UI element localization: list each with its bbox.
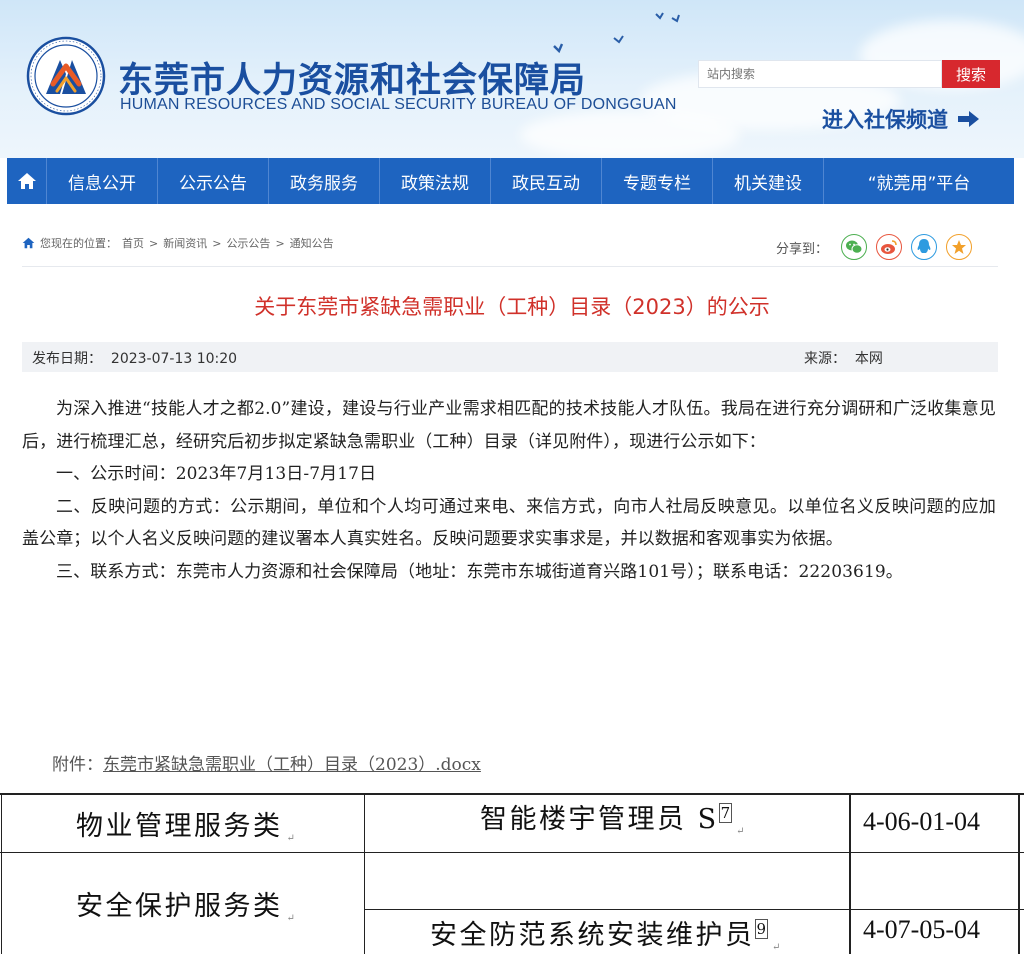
article-paragraph: 一、公示时间：2023年7月13日-7月17日 (56, 464, 377, 484)
breadcrumb-prefix: 您现在的位置： (40, 237, 117, 250)
table-cell-occupation: 安全防范系统安装维护员 9↵ (430, 913, 780, 953)
share-wechat-button[interactable] (841, 234, 868, 260)
birds-decoration (553, 12, 680, 54)
nav-item-announcements[interactable]: 公示公告 (158, 158, 269, 204)
nav-item-info-disclosure[interactable]: 信息公开 (47, 158, 158, 204)
nav-item-organization-building[interactable]: 机关建设 (713, 158, 824, 204)
breadcrumb-announcements[interactable]: 公示公告 (226, 235, 270, 251)
publish-date: 发布日期： 2023-07-13 10:20 (32, 348, 237, 368)
breadcrumb-notices[interactable]: 通知公告 (290, 235, 334, 251)
share-qzone-button[interactable] (946, 234, 973, 260)
article-meta-bar: 发布日期： 2023-07-13 10:20 来源： 本网 (22, 342, 998, 372)
paragraph-mark: ↵ (286, 913, 295, 924)
footnote-marker: 7 (718, 803, 733, 823)
table-cell-code: 4-07-05-04 (863, 915, 980, 944)
table-border (1018, 793, 1020, 954)
paragraph-mark: ↵ (772, 942, 781, 953)
attachment-label: 附件： (52, 755, 103, 775)
paragraph-mark: ↵ (286, 833, 295, 844)
nav-item-government-services[interactable]: 政务服务 (269, 158, 380, 204)
article-paragraph: 二、反映问题的方式：公示期间，单位和个人均可通过来电、来信方式，向市人社局反映意… (22, 496, 996, 550)
attachment: 附件：东莞市紧缺急需职业（工种）目录（2023）.docx (52, 750, 481, 775)
site-header: 东莞市人力资源和社会保障局 HUMAN RESOURCES AND SOCIAL… (0, 0, 1024, 158)
occupation-text: 安全防范系统安装维护员 (430, 920, 755, 951)
publish-date-value: 2023-07-13 10:20 (110, 351, 238, 367)
footnote-marker: 9 (754, 919, 769, 939)
cloud-decoration (520, 110, 740, 158)
share-qq-button[interactable] (911, 234, 938, 260)
article-source: 来源： 本网 (804, 348, 883, 368)
breadcrumb-separator: > (212, 236, 222, 250)
article-paragraph: 三、联系方式：东莞市人力资源和社会保障局（地址：东莞市东城街道育兴路101号）；… (56, 561, 903, 582)
nav-item-special-topics[interactable]: 专题专栏 (602, 158, 713, 204)
article-body: 为深入推进“技能人才之都2.0”建设，建设与行业产业需求相匹配的技术技能人才队伍… (22, 393, 996, 588)
paragraph-mark: ↵ (736, 826, 745, 837)
category-text: 安全保护服务类 (76, 891, 283, 922)
article-title: 关于东莞市紧缺急需职业（工种）目录（2023）的公示 (254, 295, 770, 319)
table-border (1, 793, 2, 954)
table-border (0, 852, 1024, 853)
breadcrumb-separator: > (149, 236, 159, 250)
share-label: 分享到： (776, 241, 829, 257)
weibo-icon (881, 240, 897, 254)
source-value: 本网 (854, 351, 883, 367)
arrow-right-icon (958, 111, 979, 127)
nav-item-jiuguanyong-platform[interactable]: “就莞用”平台 (824, 158, 1014, 204)
share-bar: 分享到： (776, 232, 973, 262)
breadcrumb-news[interactable]: 新闻资讯 (163, 235, 207, 251)
occupation-table-excerpt: 物业管理服务类 ↵ 智能楼宇管理员 S 7↵ 4-06-01-04 安全保护服务类 ↵… (0, 779, 1024, 954)
wechat-icon (846, 240, 863, 254)
home-icon (22, 237, 35, 249)
table-cell-category: 安全保护服务类 ↵ (76, 884, 295, 924)
search-button[interactable]: 搜索 (942, 60, 1000, 88)
nav-home[interactable] (7, 158, 47, 204)
table-border (364, 909, 1024, 910)
nav-item-policies-regulations[interactable]: 政策法规 (380, 158, 491, 204)
source-label: 来源： (804, 351, 846, 367)
article-paragraph: 为深入推进“技能人才之都2.0”建设，建设与行业产业需求相匹配的技术技能人才队伍… (22, 399, 996, 452)
table-cell-code: 4-06-01-04 (863, 807, 980, 836)
qq-icon (917, 239, 931, 253)
table-cell-category: 物业管理服务类 ↵ (76, 804, 295, 844)
table-cell-occupation: 智能楼宇管理员 S 7↵ (480, 797, 745, 837)
breadcrumb: 您现在的位置： 首页 > 新闻资讯 > 公示公告 > 通知公告 (22, 233, 334, 253)
main-nav: 信息公开 公示公告 政务服务 政策法规 政民互动 专题专栏 机关建设 “就莞用”… (7, 158, 1014, 204)
social-security-link-label: 进入社保频道 (822, 108, 948, 132)
star-icon (952, 240, 967, 254)
table-border (849, 793, 851, 954)
search-input[interactable] (698, 60, 942, 88)
publish-date-label: 发布日期： (32, 351, 102, 367)
home-icon (17, 173, 36, 189)
table-border (0, 793, 1024, 795)
table-border (364, 793, 365, 954)
bureau-logo-icon[interactable] (26, 36, 106, 116)
breadcrumb-home[interactable]: 首页 (122, 235, 144, 251)
breadcrumb-separator: > (275, 236, 285, 250)
divider (22, 266, 998, 267)
attachment-link[interactable]: 东莞市紧缺急需职业（工种）目录（2023）.docx (103, 755, 481, 775)
category-text: 物业管理服务类 (76, 811, 283, 842)
site-name-english: HUMAN RESOURCES AND SOCIAL SECURITY BURE… (120, 96, 677, 113)
occupation-text: 智能楼宇管理员 S (480, 804, 719, 835)
share-weibo-button[interactable] (876, 234, 903, 260)
nav-item-public-interaction[interactable]: 政民互动 (491, 158, 602, 204)
social-security-channel-link[interactable]: 进入社保频道 (822, 104, 980, 134)
